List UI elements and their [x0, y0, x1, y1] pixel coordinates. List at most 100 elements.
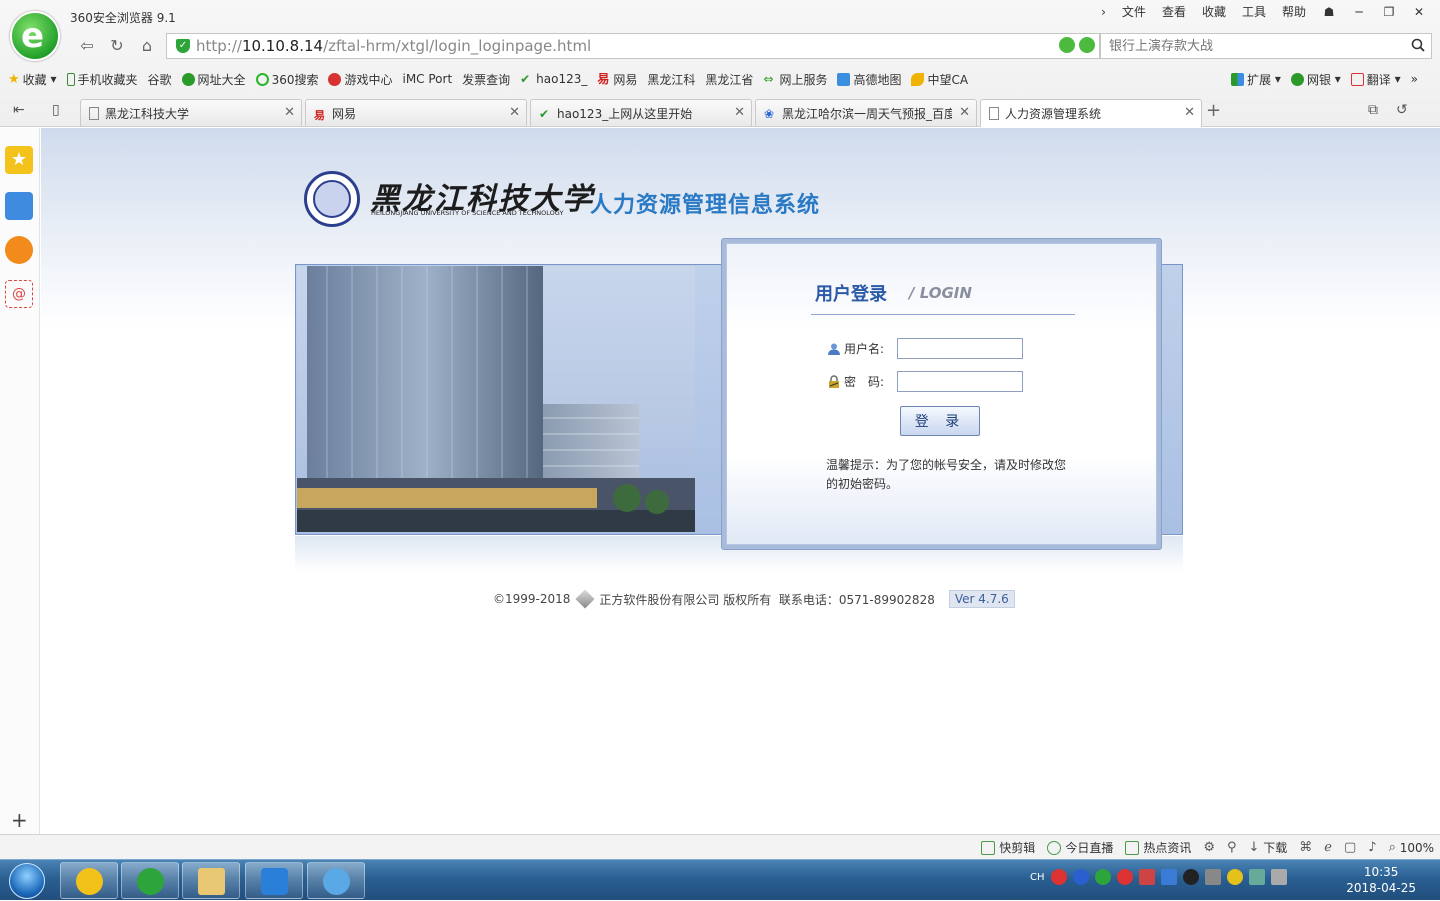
tab-list-icon[interactable]: ▯: [52, 102, 60, 118]
taskbar-app-ie[interactable]: [307, 862, 365, 899]
status-quick-clip[interactable]: 快剪辑: [981, 839, 1035, 856]
undo-close-icon[interactable]: ↺: [1396, 102, 1408, 118]
tab-weather[interactable]: ❀ 黑龙江哈尔滨一周天气预报_百度 ✕: [755, 99, 977, 126]
username-row: 用户名:: [827, 338, 1023, 359]
restore-tabs-icon[interactable]: ⧉: [1368, 102, 1378, 118]
mute-icon[interactable]: [1270, 869, 1287, 885]
address-url[interactable]: http://10.10.8.14/zftal-hrm/xtgl/login_l…: [196, 37, 591, 55]
taskbar-app-wps[interactable]: [245, 862, 303, 899]
bookmark-google[interactable]: 谷歌: [41, 71, 172, 207]
menu-tools[interactable]: 工具: [1236, 3, 1272, 21]
network-error-icon[interactable]: [1138, 869, 1155, 885]
refresh-button[interactable]: ↻: [102, 34, 132, 58]
back-button[interactable]: ⇦: [72, 34, 102, 58]
tab-close-icon[interactable]: ✕: [734, 105, 745, 120]
tab-163[interactable]: 易 网易 ✕: [305, 99, 527, 126]
taskbar-app-explorer[interactable]: [182, 862, 240, 899]
login-page: 黑龙江科技大学 HEILONGJIANG UNIVERSITY OF SCIEN…: [41, 128, 1440, 834]
bookmark-online-service[interactable]: ⇔ 网上服务: [763, 71, 827, 88]
bookmark-163[interactable]: 易网易: [597, 71, 637, 88]
compat-mode-icon[interactable]: [1079, 37, 1095, 53]
mouse-gesture-icon[interactable]: ⌘: [1299, 840, 1312, 855]
tab-hrm-active[interactable]: 人力资源管理系统 ✕: [980, 99, 1202, 127]
zoom-control[interactable]: ⌕ 100%: [1389, 840, 1434, 855]
tab-close-icon[interactable]: ✕: [284, 105, 295, 120]
taskbar-app-360-guard[interactable]: [60, 862, 118, 899]
bookmark-invoice[interactable]: 发票查询: [41, 71, 510, 207]
tab-close-icon[interactable]: ✕: [959, 105, 970, 120]
sidebar-toggle-icon[interactable]: ⇤: [13, 102, 25, 118]
home-button[interactable]: ⌂: [132, 34, 162, 58]
translate-button[interactable]: 翻译 ▾: [1350, 71, 1401, 88]
company-logo-icon: [575, 589, 595, 609]
news-icon: [1125, 840, 1140, 855]
menu-expand-icon[interactable]: ›: [1095, 3, 1112, 21]
status-news[interactable]: 热点资讯: [1125, 839, 1191, 856]
security-tray-icon[interactable]: [1204, 869, 1221, 885]
bookmark-amap[interactable]: 高德地图: [837, 71, 901, 88]
start-button[interactable]: [4, 860, 50, 901]
shield-icon[interactable]: [1160, 869, 1177, 885]
bookmark-favorites[interactable]: ★ 收藏 ▾: [8, 71, 57, 88]
bookmark-zwca[interactable]: 中望CA: [911, 71, 968, 88]
maximize-button[interactable]: ❐: [1376, 3, 1402, 21]
extensions-icon: [1231, 72, 1245, 86]
menu-view[interactable]: 查看: [1156, 3, 1192, 21]
tab-close-icon[interactable]: ✕: [509, 105, 520, 120]
extensions-button[interactable]: 扩展 ▾: [1231, 71, 1281, 88]
ie-mode-icon[interactable]: ℯ: [1324, 840, 1332, 855]
speed-icon[interactable]: ⚙: [1203, 840, 1215, 855]
signal-icon[interactable]: [1248, 869, 1265, 885]
search-input[interactable]: [1101, 34, 1391, 58]
address-bar[interactable]: ✓ http://10.10.8.14/zftal-hrm/xtgl/login…: [166, 33, 1121, 59]
ime-lang[interactable]: CH: [1030, 872, 1045, 883]
more-bookmarks-icon[interactable]: »: [1411, 72, 1418, 86]
bookmark-so360[interactable]: 360搜索: [255, 71, 318, 88]
minimize-button[interactable]: ─: [1346, 3, 1372, 21]
taskbar-clock[interactable]: 10:35 2018-04-25: [1346, 864, 1416, 896]
pin-icon[interactable]: ⚲: [1227, 840, 1237, 855]
sogou-s-icon[interactable]: [1116, 869, 1133, 885]
bookmark-mobile[interactable]: 手机收藏夹: [66, 71, 138, 88]
qq-icon[interactable]: [1182, 869, 1199, 885]
menu-help[interactable]: 帮助: [1276, 3, 1312, 21]
weibo-icon[interactable]: [5, 236, 33, 264]
tray-360-icon[interactable]: [1094, 869, 1111, 885]
status-download[interactable]: ↓ 下载: [1249, 839, 1288, 856]
tab-hljkj[interactable]: 黑龙江科技大学 ✕: [80, 99, 302, 126]
tab-hao123[interactable]: ✔ hao123_上网从这里开始 ✕: [530, 99, 752, 126]
username-input[interactable]: [897, 338, 1023, 359]
search-icon[interactable]: [1411, 38, 1425, 52]
new-tab-button[interactable]: +: [1206, 100, 1221, 121]
netbank-button[interactable]: 网银 ▾: [1290, 71, 1341, 88]
speed-mode-icon[interactable]: [1059, 37, 1075, 53]
help-icon[interactable]: [1072, 869, 1089, 885]
university-seal-icon: [304, 171, 360, 227]
bookmark-imc[interactable]: iMC Port: [41, 72, 452, 207]
taskbar-app-360-browser[interactable]: [121, 862, 179, 899]
email-icon[interactable]: @: [5, 280, 33, 308]
tab-close-icon[interactable]: ✕: [1184, 105, 1195, 120]
bookmark-hljkj[interactable]: 黑龙江科: [41, 71, 695, 207]
guard-tray-icon[interactable]: [1226, 869, 1243, 885]
status-live[interactable]: 今日直播: [1047, 839, 1113, 856]
bank-icon: [1290, 72, 1304, 86]
menu-favorites[interactable]: 收藏: [1196, 3, 1232, 21]
skin-icon[interactable]: ☗: [1316, 3, 1342, 21]
bookmark-hao360[interactable]: 网址大全: [181, 71, 246, 88]
window-icon[interactable]: ▢: [1344, 840, 1356, 855]
university-english-name: HEILONGJIANG UNIVERSITY OF SCIENCE AND T…: [371, 209, 564, 217]
login-button[interactable]: 登 录: [900, 406, 980, 436]
bookmark-games[interactable]: 游戏中心: [328, 71, 392, 88]
volume-icon[interactable]: ♪: [1368, 840, 1376, 855]
folder-icon: [198, 868, 225, 895]
menu-file[interactable]: 文件: [1116, 3, 1152, 21]
bookmark-hljs[interactable]: 黑龙江省: [41, 71, 753, 207]
reading-list-icon[interactable]: [5, 192, 33, 220]
password-input[interactable]: [897, 371, 1023, 392]
sidebar-add-button[interactable]: +: [11, 808, 28, 832]
close-window-button[interactable]: ✕: [1406, 3, 1432, 21]
favorites-star-icon[interactable]: ★: [5, 146, 33, 174]
bookmark-hao123[interactable]: ✔ hao123_: [520, 72, 587, 86]
sogou-icon[interactable]: [1050, 869, 1067, 885]
